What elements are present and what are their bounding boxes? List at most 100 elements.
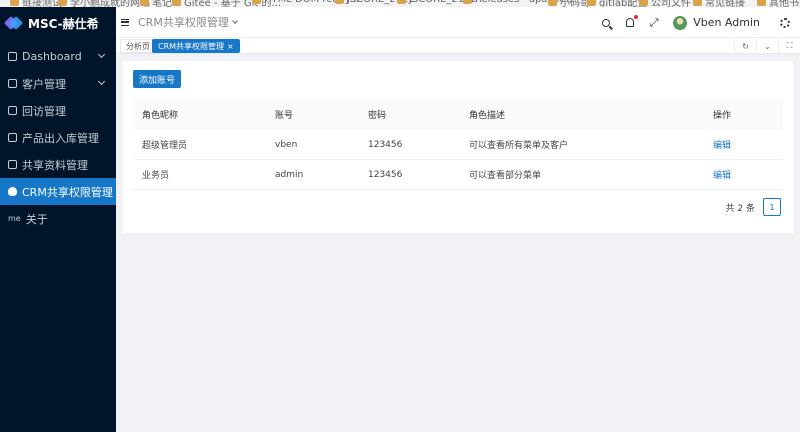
refresh-button[interactable]: ↻ [734,38,756,54]
user-icon [8,79,17,88]
bookmark-icon [757,0,766,6]
tab-crm-permissions[interactable]: CRM共享权限管理 × [152,39,240,53]
column-header: 密码 [368,111,387,121]
fold-button[interactable]: ⛶ [778,38,800,54]
edit-link[interactable]: 编辑 [713,138,731,151]
cell-description: 可以查看部分菜单 [469,171,542,181]
bookmark-icon [693,0,702,6]
bookmark-label: 李小鹏成就的网站 [70,0,150,7]
bell-icon [626,18,635,27]
expand-icon: ⛶ [786,41,793,50]
bookmark-item[interactable]: 李小鹏成就的网站 [58,0,150,7]
tab-analysis[interactable]: 分析页 [120,39,156,53]
cell-account: admin [275,169,304,180]
fullscreen-icon: ⤢ [649,15,659,29]
bookmark-icon [397,0,406,4]
tab-label: 分析页 [126,41,150,51]
page-button[interactable]: 1 [763,198,781,216]
tabs-menu-button[interactable]: ⌄ [756,38,778,54]
phone-icon [8,106,17,115]
cell-password: 123456 [368,139,403,150]
bookmark-icon [639,0,648,6]
pagination: 共 2 条 1 [726,198,781,216]
search-icon [602,18,611,27]
chevron-down-icon: ⌄ [764,41,771,51]
sidebar-menu: Dashboard 客户管理 回访管理 产品出入库管理 共享资料管理 CRM共享… [0,43,116,232]
sidebar-item-inventory[interactable]: 产品出入库管理 [0,124,116,151]
cell-role-name: 超级管理员 [142,141,188,151]
column-header: 账号 [275,111,294,121]
pagination-total: 共 2 条 [725,203,755,214]
add-account-button[interactable]: 添加账号 [133,70,181,88]
sidebar-item-shared-docs[interactable]: 共享资料管理 [0,151,116,178]
column-header: 操作 [713,111,732,121]
document-icon [8,160,17,169]
bookmark-item[interactable]: 公司文件 [639,0,691,7]
chevron-down-icon [97,77,106,86]
bookmark-label: 常见链接 [705,0,745,7]
shield-icon [8,187,17,196]
search-button[interactable] [595,12,617,34]
username[interactable]: Vben Admin [693,16,760,29]
sidebar: MSC-赫仕希 Dashboard 客户管理 回访管理 产品出入库管理 共享资料… [0,7,116,432]
sidebar-item-crm-permissions[interactable]: CRM共享权限管理 [0,178,116,205]
table-row: 超级管理员 vben 123456 可以查看所有菜单及客户 编辑 [133,130,783,160]
cell-password: 123456 [368,169,403,180]
dashboard-icon [8,52,17,61]
sidebar-item-label: CRM共享权限管理 [22,185,113,199]
content-card: 添加账号 角色昵称 账号 密码 角色描述 操作 超级管理员 vben 12345… [123,61,793,233]
column-header: 角色描述 [469,111,506,121]
logo-icon [6,16,22,30]
bookmark-icon [140,0,149,6]
bookmark-label: 小码哥 [560,0,590,7]
sidebar-item-dashboard[interactable]: Dashboard [0,43,116,70]
box-icon [8,133,17,142]
bookmarks-bar: 链接测试李小鹏成就的网站笔记Gitee - 基于 Git 的...HTML DO… [0,0,800,7]
breadcrumb[interactable]: CRM共享权限管理 [138,14,238,30]
menu-toggle-icon[interactable] [121,18,129,26]
breadcrumb-item: CRM共享权限管理 [138,16,229,29]
cell-description: 可以查看所有菜单及客户 [469,141,569,151]
avatar[interactable] [673,15,688,30]
bookmark-label: 其他书签 [769,0,800,7]
top-header: CRM共享权限管理 ⤢ Vben Admin [116,7,800,38]
refresh-icon: ↻ [742,41,749,51]
close-icon[interactable]: × [227,42,234,51]
settings-button[interactable] [774,12,796,34]
notification-button[interactable] [619,12,641,34]
chevron-down-icon [231,17,238,24]
notification-dot [634,14,639,19]
sidebar-item-label: 共享资料管理 [22,158,88,172]
bookmark-item[interactable]: 笔记 [140,0,172,7]
bookmark-item[interactable]: 其他书签 [757,0,800,7]
bookmark-icon [10,0,19,6]
bookmark-icon [463,0,472,4]
bookmark-label: 链接测试 [22,0,62,7]
cell-account: vben [275,139,298,150]
about-icon: me [8,214,21,223]
gear-icon [780,17,790,28]
sidebar-item-label: 客户管理 [22,77,66,91]
sidebar-item-customers[interactable]: 客户管理 [0,70,116,97]
sidebar-item-label: 关于 [25,212,48,226]
cell-role-name: 业务员 [142,171,170,181]
accounts-table: 角色昵称 账号 密码 角色描述 操作 超级管理员 vben 123456 可以查… [133,99,783,190]
bookmark-item[interactable]: 链接测试 [10,0,62,7]
fullscreen-button[interactable]: ⤢ [643,12,665,34]
sidebar-item-label: 回访管理 [22,104,66,118]
app-name: MSC-赫仕希 [28,16,99,31]
app-logo[interactable]: MSC-赫仕希 [0,7,116,39]
tabs-tools: ↻ ⌄ ⛶ [734,38,800,54]
chevron-down-icon [97,50,106,59]
edit-link[interactable]: 编辑 [713,168,731,181]
sidebar-item-followup[interactable]: 回访管理 [0,97,116,124]
bookmark-icon [172,0,181,6]
sidebar-item-about[interactable]: me 关于 [0,205,116,232]
tabs-bar: 分析页 CRM共享权限管理 × ↻ ⌄ ⛶ [116,38,800,54]
bookmark-icon [548,0,557,6]
bookmark-item[interactable]: 常见链接 [693,0,745,7]
sidebar-item-label: Dashboard [22,50,82,63]
bookmark-label: 公司文件 [651,0,691,7]
sidebar-item-label: 产品出入库管理 [22,131,99,145]
bookmark-item[interactable]: 小码哥 [548,0,590,7]
